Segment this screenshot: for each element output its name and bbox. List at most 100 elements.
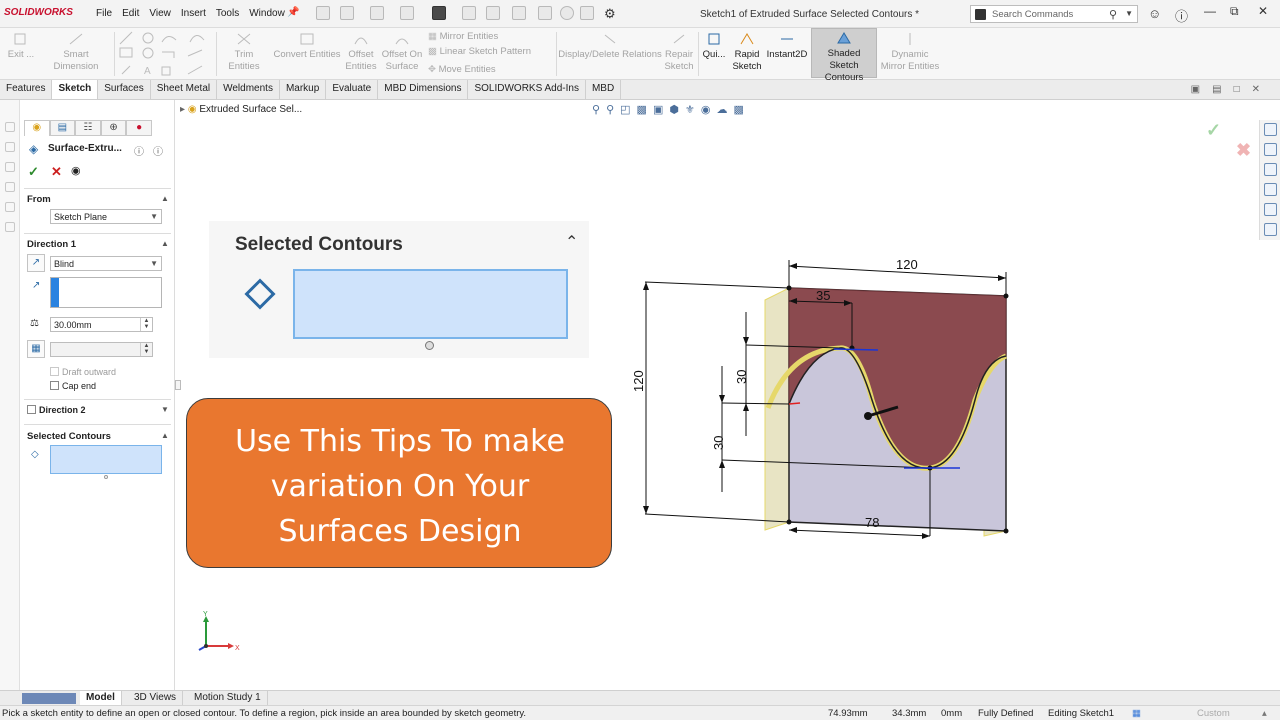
offset-on-surface-button[interactable]: Offset On Surface [380, 30, 424, 73]
smart-dimension-button[interactable]: Smart Dimension [40, 30, 112, 73]
print-icon[interactable] [432, 6, 446, 20]
chevron-down-icon[interactable]: ▼ [1125, 9, 1133, 18]
ok-button[interactable]: ✓ [28, 164, 39, 180]
restore-button[interactable]: ⧉ [1230, 4, 1239, 19]
tab-model[interactable]: Model [80, 691, 122, 706]
home-icon[interactable] [1264, 123, 1277, 136]
tab-mbd-dimensions[interactable]: MBD Dimensions [378, 80, 469, 99]
user-icon[interactable]: ☺ [1148, 6, 1161, 21]
resize-grip-icon[interactable] [425, 341, 434, 350]
edit-appearance-icon[interactable]: ◉ [701, 103, 711, 116]
confirm-ok-icon[interactable]: ✓ [1206, 120, 1221, 141]
strip-icon[interactable] [5, 122, 15, 132]
dynamic-mirror-button[interactable]: Dynamic Mirror Entities [878, 30, 942, 73]
view-orientation-icon[interactable]: ▣ [653, 103, 663, 116]
feature-tree-tab-icon[interactable]: ◉ [24, 120, 50, 136]
end-condition-select[interactable]: Blind ▼ [50, 256, 162, 271]
resize-grip-icon[interactable] [104, 475, 108, 479]
section-view-icon[interactable]: ▩ [637, 103, 647, 116]
file-explorer-icon[interactable] [1264, 183, 1277, 196]
zoom-area-icon[interactable]: ⚲ [606, 103, 614, 116]
trim-entities-button[interactable]: Trim Entities [218, 30, 270, 73]
menu-view[interactable]: View [149, 8, 171, 19]
view-settings-icon[interactable]: ▩ [733, 103, 743, 116]
menu-tools[interactable]: Tools [216, 8, 239, 19]
menu-edit[interactable]: Edit [122, 8, 139, 19]
draft-icon[interactable]: ▦ [27, 340, 45, 358]
confirm-cancel-icon[interactable]: ✖ [1236, 140, 1251, 161]
appearances-icon[interactable] [1264, 203, 1277, 216]
search-input[interactable]: Search Commands [992, 9, 1073, 20]
offset-entities-button[interactable]: Offset Entities [342, 30, 380, 73]
redo-icon[interactable] [486, 6, 500, 20]
draft-angle-input[interactable]: ▲ ▼ [50, 342, 153, 357]
sketch-tools-grid-icons[interactable]: A [118, 30, 214, 76]
zoom-to-fit-icon[interactable]: ⚲ [592, 103, 600, 116]
from-select[interactable]: Sketch Plane ▼ [50, 209, 162, 224]
expand-icon[interactable]: ▼ [161, 405, 169, 414]
rebuild-icon[interactable] [538, 6, 552, 20]
options-gear-icon[interactable]: ⚙ [604, 6, 616, 22]
display-style-icon[interactable]: ⬢ [669, 103, 679, 116]
mirror-entities-button[interactable]: ▦ Mirror Entities [428, 31, 548, 43]
tab-sheet-metal[interactable]: Sheet Metal [151, 80, 218, 99]
reverse-direction-icon[interactable]: ↗ [27, 254, 45, 272]
minimize-button[interactable]: — [1204, 4, 1216, 18]
tab-sketch[interactable]: Sketch [52, 80, 99, 99]
tile-icon[interactable]: ▣ [1191, 84, 1200, 95]
rebuild-icon-2[interactable] [580, 6, 594, 20]
help-icon[interactable]: ⓘ [134, 143, 144, 158]
strip-icon[interactable] [5, 142, 15, 152]
spin-arrows-icon[interactable]: ▲ ▼ [140, 318, 152, 331]
solidworks-logo[interactable]: SOLIDWORKS [4, 7, 73, 18]
custom-properties-icon[interactable] [1264, 223, 1277, 236]
close-button[interactable]: ✕ [1258, 4, 1268, 18]
collapse-icon[interactable]: ▲ [161, 194, 169, 203]
spin-arrows-icon[interactable]: ▲ ▼ [140, 343, 152, 356]
display-delete-relations-button[interactable]: Display/Delete Relations [558, 30, 662, 61]
search-commands[interactable]: Search Commands ⚲ ▼ [970, 5, 1138, 23]
shaded-sketch-contours-button[interactable]: Shaded Sketch Contours [811, 28, 877, 83]
dimxpert-tab-icon[interactable]: ⊕ [100, 120, 127, 136]
collapse-icon[interactable]: ▲ [161, 239, 169, 248]
panel-splitter[interactable] [175, 380, 181, 390]
linear-pattern-button[interactable]: ▩ Linear Sketch Pattern [428, 46, 548, 58]
select-icon[interactable] [512, 6, 526, 20]
quick-snaps-button[interactable]: Qui... [700, 30, 728, 61]
unit-system[interactable]: Custom [1197, 708, 1230, 719]
expand-arrow-icon[interactable]: ▸ [180, 104, 185, 115]
close-doc-icon[interactable]: ✕ [1252, 84, 1260, 95]
direction-vector-list[interactable] [50, 277, 162, 308]
menu-file[interactable]: File [96, 8, 112, 19]
model-viewport[interactable]: 120 35 120 30 30 78 [630, 250, 1020, 540]
tab-motion-study[interactable]: Motion Study 1 [188, 691, 268, 706]
tab-surfaces[interactable]: Surfaces [98, 80, 151, 99]
previous-view-icon[interactable]: ◰ [620, 103, 630, 116]
cancel-button[interactable]: ✕ [51, 164, 62, 180]
depth-input[interactable]: 30.00mm ▲ ▼ [50, 317, 153, 332]
tab-mbd[interactable]: MBD [586, 80, 622, 99]
maximize-doc-icon[interactable]: □ [1234, 84, 1240, 95]
repair-sketch-button[interactable]: Repair Sketch [662, 30, 696, 73]
tab-scroll-arrows[interactable] [22, 693, 76, 704]
strip-icon[interactable] [5, 222, 15, 232]
cap-end-checkbox[interactable]: Cap end [50, 381, 96, 391]
collapse-icon[interactable]: ⌃ [565, 232, 578, 252]
tab-evaluate[interactable]: Evaluate [326, 80, 379, 99]
design-library-icon[interactable] [1264, 163, 1277, 176]
instant2d-button[interactable]: Instant2D [764, 30, 810, 61]
rebuild-status-icon[interactable]: ▦ [1132, 708, 1141, 719]
origin-handle[interactable] [788, 402, 801, 405]
hide-show-icon[interactable]: ⚜ [685, 103, 695, 116]
chevron-up-icon[interactable]: ▴ [1262, 708, 1267, 719]
direction2-checkbox[interactable]: Direction 2 [27, 405, 86, 415]
preview-eye-icon[interactable]: ◉ [71, 164, 81, 177]
move-entities-button[interactable]: ✥ Move Entities [428, 64, 548, 76]
minimize-doc-icon[interactable]: ▤ [1212, 84, 1221, 95]
help-icon[interactable]: ⓘ [1175, 6, 1188, 25]
flyout-feature-tree[interactable]: ▸ ◉ Extruded Surface Sel... [180, 104, 302, 115]
convert-entities-button[interactable]: Convert Entities [272, 30, 342, 61]
collapse-icon[interactable]: ▲ [161, 431, 169, 440]
selected-contours-list[interactable] [50, 445, 162, 474]
tab-markup[interactable]: Markup [280, 80, 327, 99]
